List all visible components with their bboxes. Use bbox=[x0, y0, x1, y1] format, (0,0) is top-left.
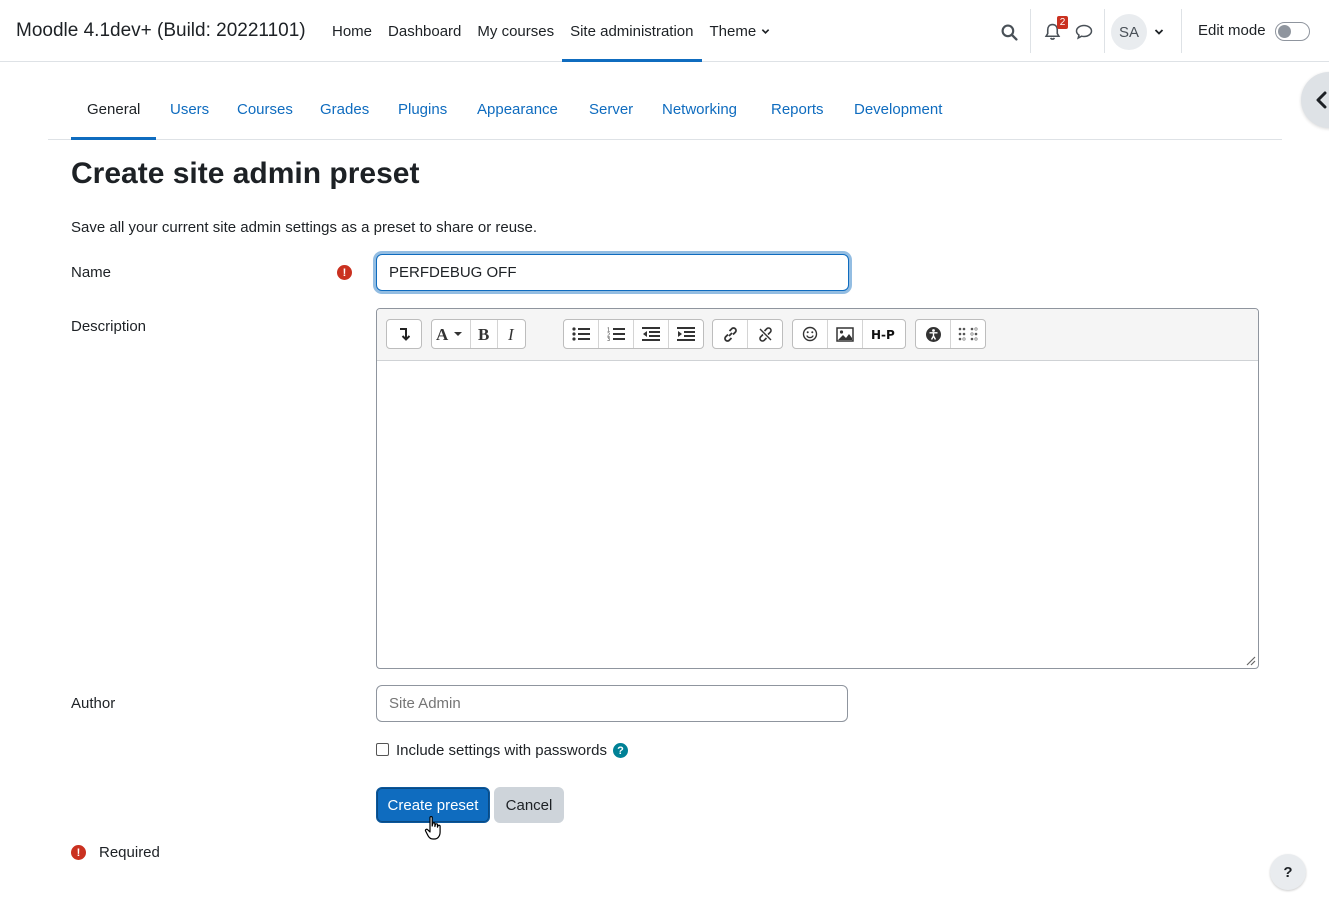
primary-navigation: Home Dashboard My courses Site administr… bbox=[324, 0, 778, 62]
ordered-list-button[interactable]: 123 bbox=[599, 320, 634, 348]
description-label: Description bbox=[71, 318, 147, 335]
svg-text:H-P: H-P bbox=[871, 328, 895, 340]
tab-grades[interactable]: Grades bbox=[320, 80, 369, 139]
navbar-divider bbox=[1104, 9, 1105, 53]
search-button[interactable] bbox=[998, 21, 1020, 43]
tab-reports[interactable]: Reports bbox=[771, 80, 824, 139]
name-label: Name bbox=[71, 264, 112, 281]
tab-server[interactable]: Server bbox=[589, 80, 633, 139]
toolbar-group-accessibility bbox=[915, 319, 986, 349]
required-icon: ! bbox=[337, 265, 352, 280]
tab-users[interactable]: Users bbox=[170, 80, 209, 139]
indent-button[interactable] bbox=[669, 320, 703, 348]
unordered-list-button[interactable] bbox=[564, 320, 599, 348]
block-drawer-toggle[interactable] bbox=[1301, 72, 1329, 128]
notification-count-badge: 2 bbox=[1057, 16, 1068, 29]
indent-icon bbox=[677, 327, 695, 341]
ordered-list-icon: 123 bbox=[607, 328, 625, 341]
collapse-icon bbox=[400, 328, 410, 341]
unlink-button[interactable] bbox=[748, 320, 782, 348]
description-editor: A B I 123 H-P bbox=[376, 308, 1259, 669]
include-passwords-checkbox[interactable] bbox=[376, 743, 389, 756]
tab-development[interactable]: Development bbox=[854, 80, 942, 139]
messages-button[interactable] bbox=[1073, 21, 1095, 43]
bold-icon: B bbox=[478, 326, 489, 342]
nav-theme[interactable]: Theme bbox=[702, 0, 779, 62]
required-legend-label: Required bbox=[99, 844, 160, 861]
unlink-icon bbox=[758, 326, 772, 342]
author-label: Author bbox=[71, 695, 116, 712]
accessibility-checker-icon bbox=[925, 326, 941, 342]
unordered-list-icon bbox=[572, 327, 590, 341]
font-color-button[interactable]: A bbox=[432, 320, 472, 348]
chevron-down-icon bbox=[1154, 29, 1164, 35]
outdent-icon bbox=[642, 327, 660, 341]
toolbar-group-lists: 123 bbox=[563, 319, 704, 349]
chevron-down-icon bbox=[761, 28, 770, 34]
nav-theme-label: Theme bbox=[709, 22, 757, 40]
edit-mode-toggle[interactable] bbox=[1275, 22, 1310, 41]
svg-text:I: I bbox=[507, 326, 515, 342]
collapse-toolbar-button[interactable] bbox=[387, 320, 421, 348]
navbar-divider bbox=[1181, 9, 1182, 53]
link-icon bbox=[723, 326, 737, 342]
svg-text:3: 3 bbox=[607, 337, 610, 341]
page-intro: Save all your current site admin setting… bbox=[71, 219, 538, 236]
font-color-icon: A bbox=[436, 326, 463, 342]
cancel-button[interactable]: Cancel bbox=[494, 787, 564, 823]
edit-mode-label: Edit mode bbox=[1198, 22, 1266, 39]
emoji-button[interactable] bbox=[793, 320, 828, 348]
help-icon[interactable]: ? bbox=[613, 743, 628, 758]
h5p-button[interactable]: H-P bbox=[863, 320, 905, 348]
site-brand[interactable]: Moodle 4.1dev+ (Build: 20221101) bbox=[16, 20, 306, 42]
resize-handle-icon[interactable] bbox=[1244, 654, 1256, 666]
bold-button[interactable]: B bbox=[471, 320, 499, 348]
screenreader-helper-icon bbox=[958, 327, 978, 341]
nav-site-administration[interactable]: Site administration bbox=[562, 0, 702, 62]
user-avatar[interactable]: SA bbox=[1111, 14, 1147, 50]
page-title: Create site admin preset bbox=[71, 157, 420, 190]
toggle-knob bbox=[1278, 25, 1291, 38]
link-button[interactable] bbox=[713, 320, 748, 348]
outdent-button[interactable] bbox=[634, 320, 669, 348]
accessibility-checker-button[interactable] bbox=[916, 320, 951, 348]
name-input[interactable] bbox=[376, 254, 849, 291]
italic-button[interactable]: I bbox=[498, 320, 525, 348]
editor-toolbar: A B I 123 H-P bbox=[377, 309, 1258, 361]
author-input[interactable] bbox=[376, 685, 848, 722]
nav-home[interactable]: Home bbox=[324, 0, 380, 62]
include-passwords-label[interactable]: Include settings with passwords bbox=[396, 742, 607, 759]
navbar-divider bbox=[1030, 9, 1031, 53]
required-icon: ! bbox=[71, 845, 86, 860]
tab-courses[interactable]: Courses bbox=[237, 80, 293, 139]
toolbar-group-style: A B I bbox=[431, 319, 526, 349]
svg-text:A: A bbox=[436, 326, 449, 342]
toolbar-group-collapse bbox=[386, 319, 422, 349]
toolbar-group-links bbox=[712, 319, 783, 349]
tab-appearance[interactable]: Appearance bbox=[477, 80, 558, 139]
search-icon bbox=[1001, 24, 1018, 41]
h5p-icon: H-P bbox=[871, 328, 895, 340]
toolbar-group-media: H-P bbox=[792, 319, 906, 349]
secondary-navigation: General Users Courses Grades Plugins App… bbox=[48, 80, 1282, 140]
tab-general[interactable]: General bbox=[70, 80, 157, 140]
image-button[interactable] bbox=[828, 320, 863, 348]
tab-plugins[interactable]: Plugins bbox=[398, 80, 447, 139]
nav-my-courses[interactable]: My courses bbox=[469, 0, 562, 62]
image-icon bbox=[836, 326, 854, 342]
svg-text:B: B bbox=[478, 326, 489, 342]
footer-help-button[interactable]: ? bbox=[1270, 854, 1306, 890]
user-menu-toggle[interactable] bbox=[1153, 26, 1165, 38]
top-navbar: Moodle 4.1dev+ (Build: 20221101) Home Da… bbox=[0, 0, 1329, 62]
tab-networking[interactable]: Networking bbox=[662, 80, 737, 139]
description-editor-content[interactable] bbox=[377, 362, 1258, 668]
chat-bubble-icon bbox=[1075, 24, 1093, 40]
screenreader-helper-button[interactable] bbox=[951, 320, 985, 348]
chevron-left-icon bbox=[1316, 91, 1327, 109]
italic-icon: I bbox=[507, 326, 515, 342]
emoji-icon bbox=[802, 326, 818, 342]
hand-pointer-cursor-icon bbox=[424, 816, 441, 840]
nav-dashboard[interactable]: Dashboard bbox=[380, 0, 469, 62]
